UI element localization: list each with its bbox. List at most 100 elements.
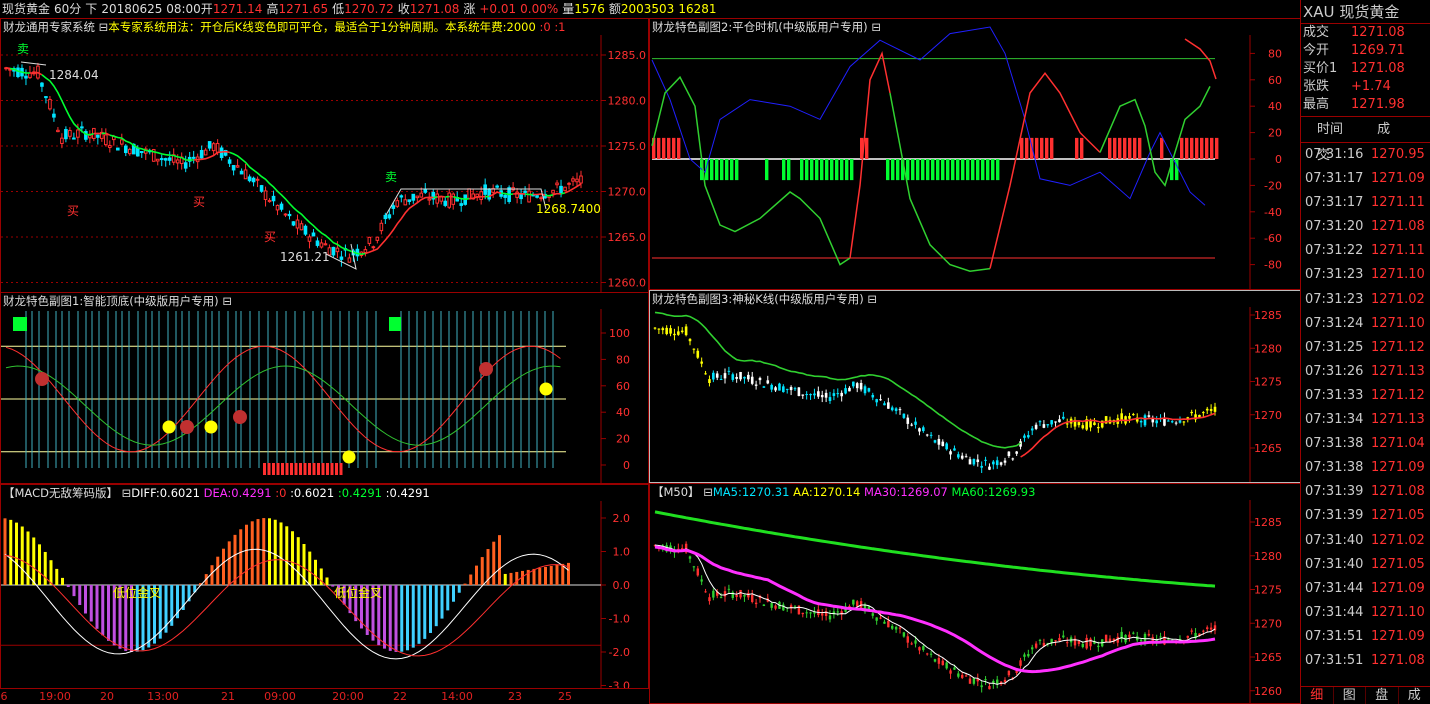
trade-price: 1271.10 xyxy=(1371,315,1425,331)
quote-row: 买价1 1271.08 xyxy=(1301,60,1430,78)
red-block xyxy=(1040,137,1044,159)
sub3-candle xyxy=(673,333,676,336)
ma-candle xyxy=(922,646,925,650)
ma-candle xyxy=(941,660,944,666)
main-candle xyxy=(16,67,20,78)
main-kline-panel[interactable]: 财龙通用专家系统 ⊟本专家系统用法：开仓后K线变色即可平仓，最适合于1分钟周期。… xyxy=(0,18,649,293)
trade-time: 07:31:25 xyxy=(1305,339,1364,355)
y-tick-label: 1270.0 xyxy=(608,186,647,199)
sub3-panel[interactable]: 财龙特色副图3:神秘K线(中级版用户专用) ⊟ 1285 1280 1275 1270… xyxy=(649,290,1301,483)
quote-tab[interactable]: 成 xyxy=(1399,687,1430,704)
open-label: 开 xyxy=(200,2,213,16)
sub3-candle xyxy=(992,461,995,465)
ma-candle xyxy=(770,603,773,608)
sub2-canvas[interactable]: 80 60 40 20 0 -20 -40 -60 -80 xyxy=(650,19,1301,290)
sub3-candle xyxy=(984,459,987,461)
sub3-candle xyxy=(840,392,843,397)
sub3-candle xyxy=(754,384,758,386)
quote-tab[interactable]: 图 xyxy=(1334,687,1366,704)
trade-list[interactable]: 07:31:16 1270.95 07:31:17 1271.09 07:31:17 12… xyxy=(1301,143,1430,673)
green-block xyxy=(1175,159,1179,181)
ma-canvas[interactable]: 1285 1280 1275 1270 1265 1260 xyxy=(650,484,1301,704)
main-candle xyxy=(123,145,128,154)
main-candle xyxy=(423,189,428,193)
sub3-candle xyxy=(945,443,948,450)
sub3-candle xyxy=(1093,422,1096,425)
sub3-candle xyxy=(1178,420,1182,423)
y-tick-label: 60 xyxy=(616,380,630,393)
green-block xyxy=(810,159,814,181)
collapse-icon[interactable]: ⊟ xyxy=(122,486,132,500)
bottom-signal-block xyxy=(276,463,280,475)
main-candle xyxy=(483,184,487,195)
main-candle xyxy=(243,169,248,180)
bottom-signal-block xyxy=(317,463,320,475)
sub3-candle xyxy=(727,370,731,372)
ma-candle xyxy=(692,566,696,568)
ma-candle xyxy=(859,601,863,608)
collapse-icon[interactable]: ⊟ xyxy=(222,294,232,308)
y-tick-label: 1285.0 xyxy=(608,49,647,62)
period[interactable]: 60分 xyxy=(54,2,81,16)
sub3-candle xyxy=(669,328,672,334)
main-candle xyxy=(72,137,76,140)
quote-row-value: 1271.08 xyxy=(1351,25,1405,40)
sub3-candle xyxy=(832,393,836,396)
red-block xyxy=(1133,137,1137,159)
sub3-candle xyxy=(785,388,789,390)
ma-candle xyxy=(1058,637,1061,641)
sub1-panel[interactable]: 财龙特色副图1:智能顶底(中级版用户专用) ⊟ 100 80 60 40 20 0 xyxy=(0,292,649,484)
main-chart-canvas[interactable]: 1285.0 1280.0 1275.0 1270.0 1265.0 1260.0 1284… xyxy=(1,19,649,293)
quote-tab[interactable]: 细 xyxy=(1301,687,1334,704)
sub3-candle xyxy=(677,331,680,335)
sub3-candle xyxy=(902,413,906,418)
sub3-candle xyxy=(805,394,808,396)
sub3-candle xyxy=(1034,424,1038,429)
macd-bar xyxy=(15,522,18,585)
sub3-candle xyxy=(1147,415,1151,417)
sub1-canvas[interactable]: 100 80 60 40 20 0 xyxy=(1,293,649,484)
trade-row: 07:31:26 1271.13 xyxy=(1301,360,1430,384)
collapse-icon[interactable]: ⊟ xyxy=(703,485,713,499)
sub3-candle xyxy=(1139,420,1143,423)
sub3-candle xyxy=(1120,413,1123,421)
macd-panel[interactable]: 【MACD无敌筹码版】 ⊟DIFF:0.6021 DEA:0.4291 :0 :… xyxy=(0,484,649,689)
change-value: +0.01 xyxy=(479,2,517,16)
y-tick-label: 1265 xyxy=(1254,442,1282,455)
sub3-candle xyxy=(910,424,913,426)
main-candle xyxy=(271,195,276,202)
quote-row: 最高 1271.98 xyxy=(1301,96,1430,114)
sub3-candle xyxy=(918,428,921,432)
last-price-label: 1268.7400 xyxy=(536,202,601,216)
main-candle xyxy=(56,129,60,133)
sub2-panel[interactable]: 财龙特色副图2:平仓时机(中级版用户专用) ⊟ 80 60 40 20 0 -20 -40 -… xyxy=(649,18,1301,290)
sub3-candle xyxy=(1011,458,1015,460)
macd-canvas[interactable]: 2.01.00.0-1.0-2.0-3.0低位金叉 低位金叉 xyxy=(1,485,649,689)
sub3-candle xyxy=(692,348,696,350)
ma-candle xyxy=(1054,640,1057,642)
green-block xyxy=(971,159,975,181)
main-candle xyxy=(571,178,575,182)
collapse-icon[interactable]: ⊟ xyxy=(867,292,877,306)
sub3-candle xyxy=(1062,416,1065,419)
main-candle xyxy=(379,222,384,232)
sub3-candle xyxy=(747,374,750,380)
sub3-candle xyxy=(941,441,945,447)
collapse-icon[interactable]: ⊟ xyxy=(99,20,109,34)
bottom-signal-block xyxy=(299,463,302,475)
collapse-icon[interactable]: ⊟ xyxy=(871,20,881,34)
ma-candle xyxy=(1186,635,1189,638)
sub3-candle xyxy=(661,328,665,331)
quote-tab[interactable]: 盘 xyxy=(1366,687,1399,704)
red-block xyxy=(1108,137,1112,159)
y-tick-label: 0 xyxy=(623,459,630,472)
main-candle xyxy=(239,170,244,175)
red-line xyxy=(989,71,1101,269)
green-block xyxy=(710,159,714,181)
sub3-candle xyxy=(957,454,960,458)
trade-row: 07:31:25 1271.12 xyxy=(1301,336,1430,360)
main-candle xyxy=(451,193,456,205)
ma-panel[interactable]: 【M50】 ⊟MA5:1270.31 AA:1270.14 MA30:1269.… xyxy=(649,483,1301,704)
sub3-canvas[interactable]: 1285 1280 1275 1270 1265 xyxy=(650,291,1301,483)
ma-candle xyxy=(926,653,929,655)
